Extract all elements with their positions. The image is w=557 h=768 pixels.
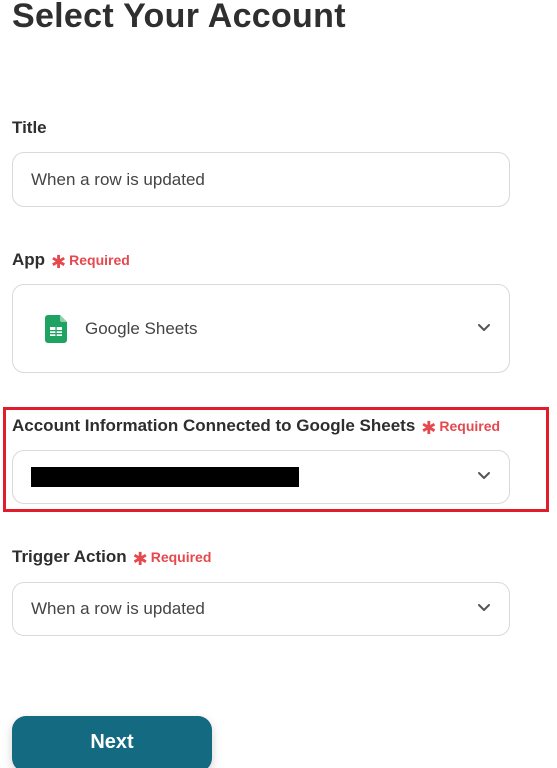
app-field-label: App ✱ Required [12,250,130,272]
required-badge: ✱ Required [421,417,501,438]
chevron-down-icon[interactable] [477,468,491,482]
app-select[interactable]: Google Sheets [12,284,510,373]
app-select-value: Google Sheets [85,318,198,338]
required-text: Required [150,549,212,565]
page-title: Select Your Account [12,0,346,35]
trigger-select-value: When a row is updated [31,599,205,618]
title-input-value: When a row is updated [31,169,205,189]
account-label-text: Account Information Connected to Google … [12,416,416,435]
trigger-field-label: Trigger Action ✱ Required [12,547,212,569]
trigger-label-text: Trigger Action [12,547,127,566]
required-text: Required [69,252,130,268]
redacted-account-value [31,467,299,487]
required-text: Required [439,418,501,434]
app-label-text: App [12,250,46,269]
chevron-down-icon[interactable] [477,600,491,614]
title-field-label: Title [12,118,47,138]
trigger-action-select[interactable]: When a row is updated [12,582,510,636]
chevron-down-icon[interactable] [477,320,491,334]
required-asterisk-icon: ✱ [421,418,437,438]
account-select[interactable] [12,450,510,504]
required-asterisk-icon: ✱ [51,252,67,272]
account-field-label: Account Information Connected to Google … [12,416,501,438]
required-badge: ✱ Required [132,548,212,569]
account-selection-page: Select Your Account Title When a row is … [0,0,557,768]
google-sheets-icon [45,314,67,343]
next-button[interactable]: Next [12,716,212,768]
title-input[interactable]: When a row is updated [12,152,510,207]
title-label-text: Title [12,118,47,137]
required-badge: ✱ Required [51,251,130,272]
required-asterisk-icon: ✱ [132,549,148,569]
